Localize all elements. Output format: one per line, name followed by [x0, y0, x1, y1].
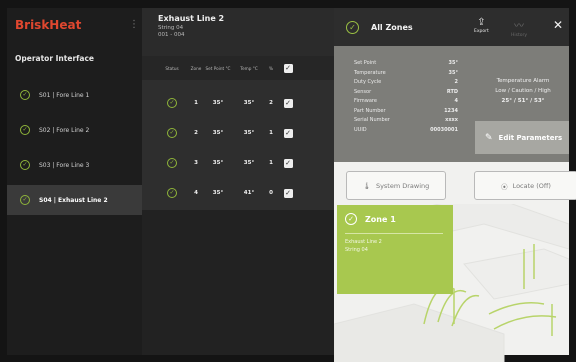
history-icon: 〰	[514, 21, 524, 32]
sidebar: BriskHeat ⋮ Operator Interface ✓ S01 | F…	[7, 8, 142, 355]
alarm-title: Temperature Alarm	[496, 78, 550, 84]
detail-row: Sensor RTD	[354, 88, 458, 95]
sidebar-item-label: S02 | Fore Line 2	[39, 126, 90, 134]
row-checkbox[interactable]: ✓	[283, 128, 293, 138]
detail-row: Firmware 4	[354, 98, 458, 104]
detail-title: All Zones	[371, 22, 413, 32]
col-status: Status	[165, 65, 179, 71]
zone-table-header: Exhaust Line 2 String 04 001 - 004	[142, 8, 334, 56]
sidebar-item-s02[interactable]: ✓ S02 | Fore Line 2	[7, 115, 142, 145]
detail-row: UUID 00030001	[354, 126, 458, 133]
string-label: String 04	[158, 25, 184, 31]
col-temp: Temp °C	[240, 65, 258, 71]
col-setpoint: Set Point °C	[205, 65, 231, 71]
alarm-levels: Low / Caution / High	[495, 88, 551, 94]
table-row[interactable]: ✓ 4 35° 41° 0 ✓	[142, 178, 334, 208]
history-label: History	[511, 33, 528, 38]
sidebar-item-label: S01 | Fore Line 1	[39, 91, 90, 99]
row-checkbox[interactable]: ✓	[283, 188, 293, 198]
table-header-row: Status Zone Set Point °C Temp °C % ✓	[142, 56, 334, 80]
check-circle-icon: ✓	[20, 160, 30, 170]
detail-row: Part Number 1234	[354, 107, 458, 114]
setpoint-cell: 35°	[212, 100, 224, 106]
sidebar-subtitle: Operator Interface	[15, 54, 94, 63]
percent-cell: 1	[269, 130, 273, 136]
detail-row: Temperature 35°	[354, 69, 458, 76]
export-icon: ⇪	[477, 17, 486, 28]
row-checkbox[interactable]: ✓	[283, 158, 293, 168]
detail-row: Duty Cycle 2	[354, 79, 458, 85]
zone-card-string: String 04	[345, 247, 368, 253]
alarm-values: 25° / 51° / 53°	[501, 98, 545, 104]
temp-cell: 35°	[243, 100, 255, 106]
zone-range-label: 001 - 004	[158, 32, 185, 38]
percent-cell: 0	[269, 190, 273, 196]
zone-card-line: Exhaust Line 2	[345, 239, 382, 245]
zone-card-divider	[345, 233, 443, 234]
check-circle-icon: ✓	[167, 98, 177, 108]
detail-header: ✓ All Zones ⇪ Export 〰 History ✕	[334, 8, 569, 46]
sidebar-item-s03[interactable]: ✓ S03 | Fore Line 3	[7, 150, 142, 180]
check-circle-icon: ✓	[346, 20, 359, 34]
table-body: ✓ 1 35° 35° 2 ✓ ✓ 2 35° 35° 1 ✓ ✓ 3 35° …	[142, 80, 334, 210]
temp-cell: 41°	[243, 190, 255, 196]
kebab-menu-icon[interactable]: ⋮	[129, 19, 139, 30]
system-drawing-label: System Drawing	[375, 181, 430, 190]
check-circle-icon: ✓	[20, 125, 30, 135]
zone-cell: 4	[194, 190, 198, 196]
close-icon[interactable]: ✕	[553, 18, 563, 32]
zone-card[interactable]: ✓ Zone 1 Exhaust Line 2 String 04	[337, 205, 453, 294]
system-drawing-button[interactable]: 🌡 System Drawing	[346, 171, 446, 200]
setpoint-cell: 35°	[212, 130, 224, 136]
edit-parameters-button[interactable]: ✎ Edit Parameters	[475, 121, 569, 154]
zone-cell: 2	[194, 130, 198, 136]
percent-cell: 2	[269, 100, 273, 106]
brand-logo: BriskHeat	[15, 18, 82, 32]
sidebar-item-s04[interactable]: ✓ S04 | Exhaust Line 2	[7, 185, 142, 215]
temperature-alarm: Temperature Alarm Low / Caution / High 2…	[484, 76, 562, 106]
export-label: Export	[474, 29, 489, 34]
check-circle-icon: ✓	[345, 213, 357, 225]
temp-cell: 35°	[243, 130, 255, 136]
zone-detail-panel: ✓ All Zones ⇪ Export 〰 History ✕ Set Poi…	[334, 8, 576, 362]
row-checkbox[interactable]: ✓	[283, 98, 293, 108]
history-button[interactable]: 〰 History	[511, 17, 527, 38]
check-circle-icon: ✓	[167, 128, 177, 138]
percent-cell: 1	[269, 160, 273, 166]
location-pin-icon: ⦿	[501, 182, 508, 191]
col-zone: Zone	[190, 65, 202, 71]
action-buttons: 🌡 System Drawing ⦿ Locate (Off)	[346, 171, 576, 200]
zone-table-panel: Exhaust Line 2 String 04 001 - 004 Statu…	[142, 8, 334, 355]
zone-cell: 3	[194, 160, 198, 166]
locate-button[interactable]: ⦿ Locate (Off)	[474, 171, 576, 200]
sidebar-item-s01[interactable]: ✓ S01 | Fore Line 1	[7, 80, 142, 110]
thermometer-icon: 🌡	[362, 181, 371, 190]
line-title: Exhaust Line 2	[158, 14, 225, 23]
table-row[interactable]: ✓ 2 35° 35° 1 ✓	[142, 118, 334, 148]
setpoint-cell: 35°	[212, 160, 224, 166]
zone-card-title: Zone 1	[365, 214, 396, 224]
sidebar-item-label: S03 | Fore Line 3	[39, 161, 90, 169]
setpoint-cell: 35°	[212, 190, 224, 196]
pencil-icon: ✎	[485, 132, 493, 143]
locate-label: Locate (Off)	[512, 181, 551, 190]
detail-row: Set Point 35°	[354, 60, 458, 66]
table-row[interactable]: ✓ 1 35° 35° 2 ✓	[142, 88, 334, 118]
sidebar-item-label: S04 | Exhaust Line 2	[39, 196, 108, 204]
check-circle-icon: ✓	[167, 188, 177, 198]
edit-parameters-label: Edit Parameters	[498, 133, 563, 142]
check-circle-icon: ✓	[20, 90, 30, 100]
zone-details: Set Point 35° Temperature 35° Duty Cycle 2 …	[334, 46, 569, 162]
export-button[interactable]: ⇪ Export	[474, 17, 489, 34]
sidebar-items: ✓ S01 | Fore Line 1 ✓ S02 | Fore Line 2 …	[7, 80, 142, 220]
check-circle-icon: ✓	[20, 195, 30, 205]
select-all-checkbox[interactable]: ✓	[283, 63, 293, 73]
temp-cell: 35°	[243, 160, 255, 166]
zone-cell: 1	[194, 100, 198, 106]
check-circle-icon: ✓	[167, 158, 177, 168]
detail-row: Serial Number xxxx	[354, 117, 458, 123]
table-row[interactable]: ✓ 3 35° 35° 1 ✓	[142, 148, 334, 178]
col-percent: %	[269, 65, 273, 71]
detail-list: Set Point 35° Temperature 35° Duty Cycle 2 …	[354, 60, 458, 136]
